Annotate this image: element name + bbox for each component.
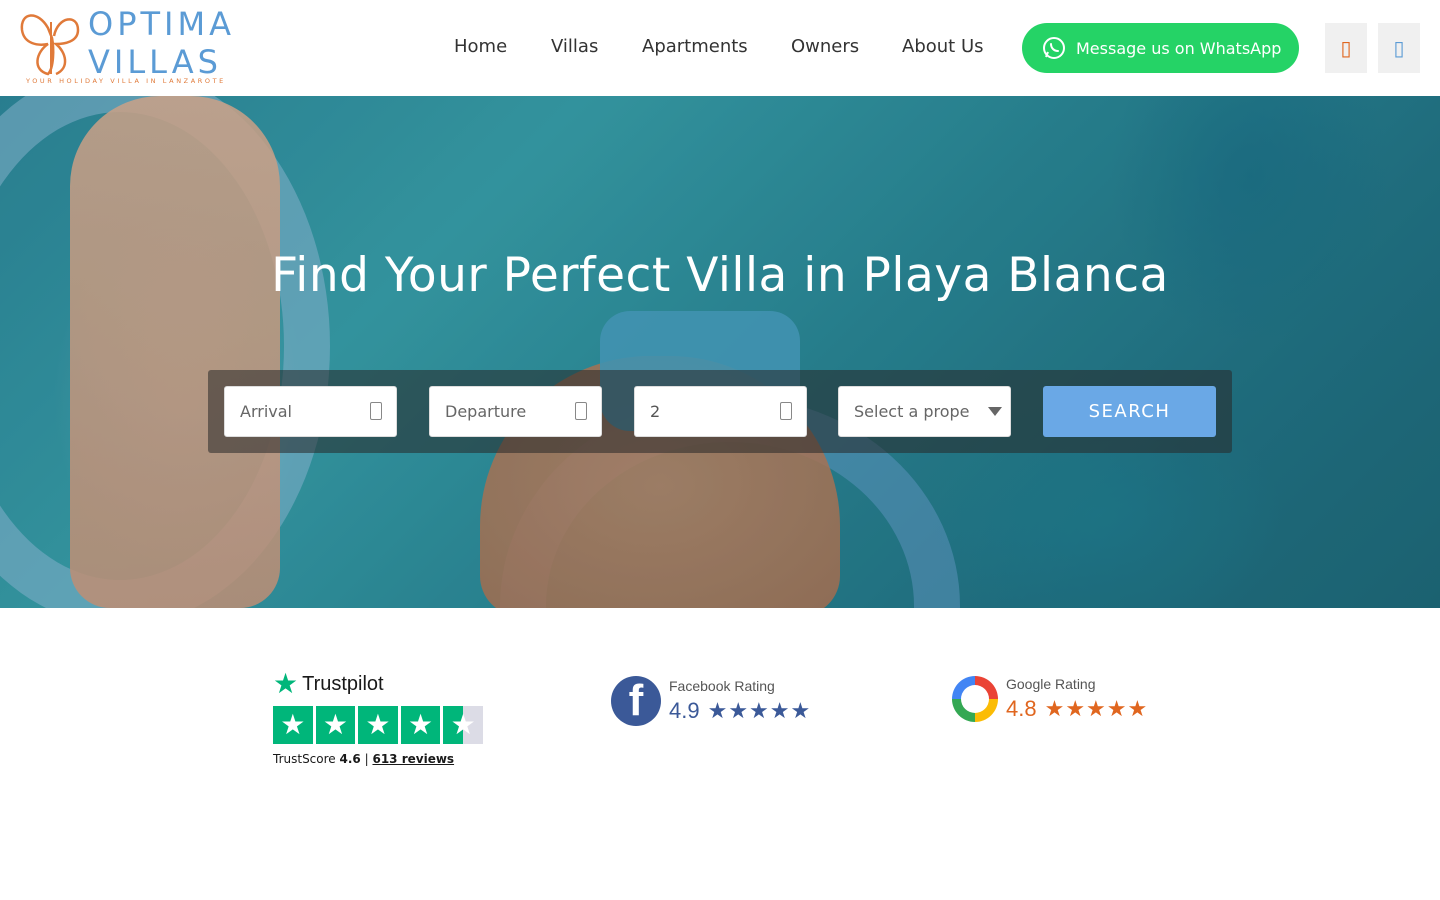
trustpilot-widget[interactable]: ★ Trustpilot ★ ★ ★ ★ ★ TrustScore 4.6 | … [273,670,483,766]
trustscore-value: 4.6 [339,752,361,766]
email-icon: ▯ [1393,36,1405,60]
chevron-down-icon [988,407,1002,416]
facebook-rating-label: Facebook Rating [669,678,775,694]
google-rating-label: Google Rating [1006,676,1096,692]
trustpilot-star-icon: ★ [273,706,313,744]
site-header: OPTIMA VILLAS YOUR HOLIDAY VILLA IN LANZ… [0,0,1440,96]
google-rating[interactable]: Google Rating 4.8 ★★★★★ [952,676,1148,722]
facebook-rating[interactable]: f Facebook Rating 4.9 ★★★★★ [611,676,811,726]
whatsapp-button[interactable]: Message us on WhatsApp [1022,23,1299,73]
guests-value: 2 [650,402,661,421]
trustpilot-star-icon: ★ [358,706,398,744]
trustpilot-stars: ★ ★ ★ ★ ★ [273,706,483,744]
departure-placeholder: Departure [445,402,527,421]
trustpilot-reviews-link[interactable]: 613 reviews [372,752,454,766]
search-button[interactable]: SEARCH [1043,386,1216,437]
guests-icon [780,402,792,420]
trustpilot-brand: Trustpilot [302,672,384,695]
facebook-rating-row: 4.9 ★★★★★ [669,698,811,724]
nav-home[interactable]: Home [454,36,507,57]
calendar-icon [575,402,587,420]
logo-text-optima: OPTIMA [88,5,235,43]
nav-apartments[interactable]: Apartments [642,36,748,57]
hero-overlay [0,96,1440,608]
trustpilot-half-star-icon: ★ [443,706,483,744]
logo-text-villas: VILLAS [88,43,222,81]
whatsapp-icon [1043,37,1065,59]
trustpilot-header: ★ Trustpilot [273,670,483,698]
nav-owners[interactable]: Owners [791,36,859,57]
trustscore-separator: | [364,752,369,766]
calendar-icon [370,402,382,420]
property-select[interactable]: Select a prope [838,386,1011,437]
trustpilot-score: TrustScore 4.6 | 613 reviews [273,752,483,766]
trustpilot-star-icon: ★ [400,706,441,744]
arrival-placeholder: Arrival [240,402,292,421]
hero-section: Find Your Perfect Villa in Playa Blanca … [0,96,1440,608]
google-rating-text: Google Rating 4.8 ★★★★★ [1006,676,1148,722]
email-button[interactable]: ▯ [1378,23,1420,73]
whatsapp-button-label: Message us on WhatsApp [1076,38,1282,58]
arrival-field[interactable]: Arrival [224,386,397,437]
hero-title: Find Your Perfect Villa in Playa Blanca [271,248,1169,303]
property-placeholder: Select a prope [854,402,970,421]
nav-about-us[interactable]: About Us [902,36,984,57]
google-rating-row: 4.8 ★★★★★ [1006,696,1148,722]
facebook-icon: f [611,676,661,726]
guests-field[interactable]: 2 [634,386,807,437]
trustpilot-star-icon: ★ [273,668,299,699]
google-star-icons: ★★★★★ [1044,696,1149,721]
google-icon [952,676,998,722]
facebook-star-icons: ★★★★★ [707,698,812,723]
logo-tagline: YOUR HOLIDAY VILLA IN LANZAROTE [26,77,226,85]
phone-icon: ▯ [1340,36,1352,60]
departure-field[interactable]: Departure [429,386,602,437]
search-bar: Arrival Departure 2 Select a prope SEARC… [208,370,1232,453]
facebook-rating-text: Facebook Rating 4.9 ★★★★★ [669,678,811,724]
phone-button[interactable]: ▯ [1325,23,1367,73]
trustpilot-star-icon: ★ [315,706,356,744]
facebook-rating-score: 4.9 [669,698,700,723]
trustscore-label: TrustScore [273,752,336,766]
google-rating-score: 4.8 [1006,696,1037,721]
ratings-section: ★ Trustpilot ★ ★ ★ ★ ★ TrustScore 4.6 | … [0,608,1440,900]
butterfly-logo-icon [20,14,80,76]
site-logo[interactable]: OPTIMA VILLAS YOUR HOLIDAY VILLA IN LANZ… [18,6,258,88]
nav-villas[interactable]: Villas [551,36,598,57]
